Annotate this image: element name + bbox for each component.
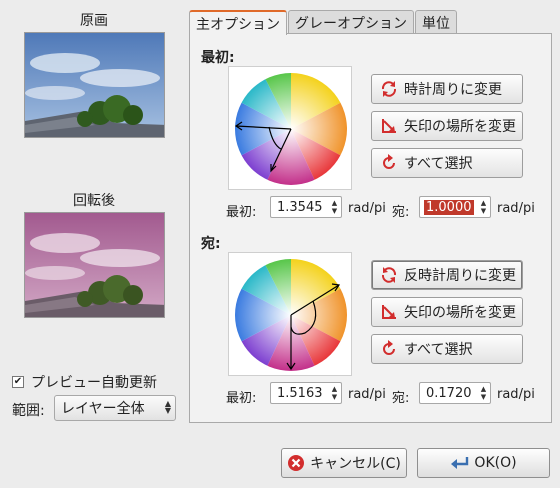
tab-main-options[interactable]: 主オプション [189, 10, 287, 35]
to-start-spinner[interactable]: 1.5163 ▲ ▼ [270, 382, 342, 404]
to-color-wheel[interactable] [228, 252, 352, 376]
scope-label: 範囲: [12, 403, 45, 419]
from-section-label: 最初: [201, 50, 235, 66]
from-end-spinner[interactable]: 1.0000 ▲ ▼ [419, 196, 491, 218]
cancel-label: キャンセル(C) [310, 456, 401, 472]
ok-button[interactable]: OK(O) [417, 448, 550, 478]
to-start-unit: rad/pi [348, 387, 386, 402]
spinner-arrows-icon[interactable]: ▲ ▼ [330, 385, 339, 401]
auto-update-label: プレビュー自動更新 [31, 375, 157, 391]
rotated-label: 回転後 [73, 193, 115, 209]
rotate-arrows-icon [378, 80, 400, 98]
from-end-label: 宛: [392, 205, 410, 220]
cancel-icon [287, 454, 305, 472]
from-clockwise-button[interactable]: 時計周りに変更 [371, 74, 523, 104]
to-counterclockwise-button[interactable]: 反時計周りに変更 [371, 260, 523, 290]
from-start-label: 最初: [226, 205, 257, 220]
to-section-label: 宛: [201, 236, 221, 252]
spinner-arrows-icon[interactable]: ▲ ▼ [330, 199, 339, 215]
to-end-value: 0.1720 [426, 385, 472, 401]
ok-icon [450, 455, 470, 471]
from-end-value: 1.0000 [424, 199, 474, 215]
scope-select[interactable]: レイヤー全体 ▲ ▼ [54, 395, 176, 421]
tab-units[interactable]: 単位 [415, 10, 457, 34]
to-end-spinner[interactable]: 0.1720 ▲ ▼ [419, 382, 491, 404]
select-arrows-icon: ▲ ▼ [164, 399, 171, 415]
to-start-value: 1.5163 [277, 385, 323, 401]
from-select-all-button[interactable]: すべて選択 [371, 148, 523, 178]
move-arrow-icon [378, 303, 400, 321]
auto-update-checkbox[interactable]: ✔ [12, 376, 24, 388]
from-color-wheel[interactable] [228, 66, 352, 190]
select-all-icon [378, 340, 400, 358]
to-select-all-button[interactable]: すべて選択 [371, 334, 523, 364]
to-start-label: 最初: [226, 391, 257, 406]
rotate-arrows-icon [378, 266, 400, 284]
scope-value: レイヤー全体 [61, 401, 145, 417]
from-start-spinner[interactable]: 1.3545 ▲ ▼ [270, 196, 342, 218]
from-move-arrow-button[interactable]: 矢印の場所を変更 [371, 111, 523, 141]
original-label: 原画 [80, 13, 108, 29]
move-arrow-icon [378, 117, 400, 135]
select-all-icon [378, 154, 400, 172]
tab-gray-options[interactable]: グレーオプション [288, 10, 414, 34]
from-start-value: 1.3545 [277, 199, 323, 215]
to-end-unit: rad/pi [497, 387, 535, 402]
original-preview [24, 32, 165, 138]
ok-label: OK(O) [474, 455, 517, 471]
auto-update-toggle[interactable]: ✔ プレビュー自動更新 [12, 372, 157, 392]
to-end-label: 宛: [392, 391, 410, 406]
spinner-arrows-icon[interactable]: ▲ ▼ [479, 385, 488, 401]
spinner-arrows-icon[interactable]: ▲ ▼ [479, 199, 488, 215]
cancel-button[interactable]: キャンセル(C) [281, 448, 407, 478]
to-move-arrow-button[interactable]: 矢印の場所を変更 [371, 297, 523, 327]
from-start-unit: rad/pi [348, 201, 386, 216]
rotated-preview [24, 212, 165, 318]
from-end-unit: rad/pi [497, 201, 535, 216]
